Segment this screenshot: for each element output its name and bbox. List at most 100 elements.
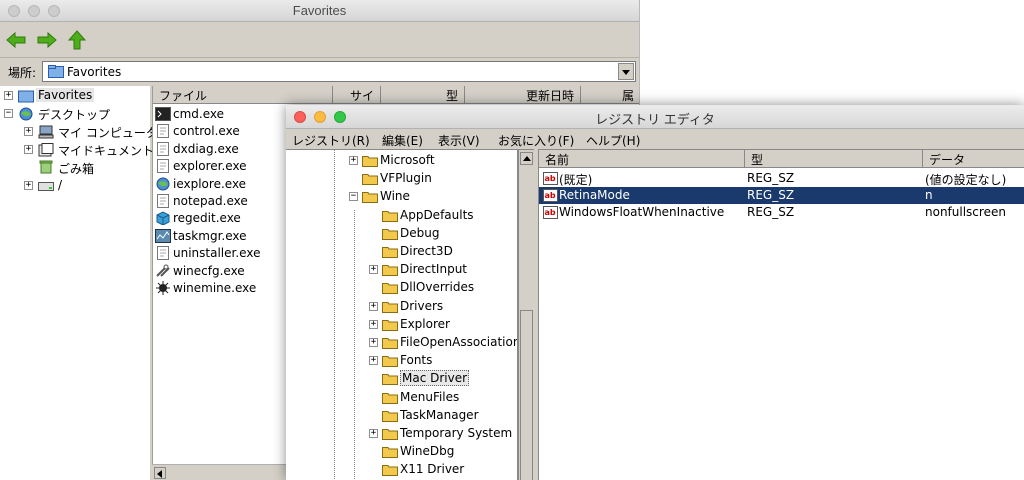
folder-icon <box>382 283 398 295</box>
recycle-bin-icon <box>39 160 53 174</box>
explorer-title: Favorites <box>292 3 347 18</box>
address-combobox[interactable]: Favorites <box>42 61 636 82</box>
address-bar: 場所: Favorites <box>0 58 639 84</box>
registry-key-label: VFPlugin <box>380 171 432 186</box>
menu-favorites[interactable]: お気に入り(F) <box>498 132 574 149</box>
chevron-down-icon[interactable] <box>618 63 634 80</box>
tree-item-label: マイドキュメント <box>58 144 155 158</box>
horizontal-scrollbar[interactable] <box>152 464 287 480</box>
string-value-icon: ab <box>543 189 558 202</box>
console-icon <box>155 107 171 121</box>
tree-item-root-drive[interactable]: + / <box>0 177 150 195</box>
registry-key-item[interactable]: Debug <box>286 225 517 243</box>
tree-item-recycle-bin[interactable]: ごみ箱 <box>0 159 150 177</box>
registry-value-row[interactable]: ab WindowsFloatWhenInactive REG_SZ nonfulls… <box>539 204 1024 221</box>
value-data: n <box>925 188 933 202</box>
registry-value-row[interactable]: ab RetinaMode REG_SZ n <box>539 187 1024 204</box>
svg-text:ab: ab <box>545 191 556 200</box>
back-arrow-icon[interactable] <box>5 30 27 50</box>
regedit-title: レジストリ エディタ <box>595 112 715 127</box>
registry-key-item[interactable]: DllOverrides <box>286 279 517 297</box>
expand-icon[interactable]: + <box>369 356 378 366</box>
registry-key-tree: + Microsoft VFPlugin − Wine AppDefaults Debug D… <box>286 149 518 480</box>
tree-item-desktop[interactable]: − デスクトップ <box>0 105 150 123</box>
file-name: winemine.exe <box>173 281 257 295</box>
registry-key-item[interactable]: X11 Driver <box>286 461 517 479</box>
up-arrow-icon[interactable] <box>66 30 88 50</box>
expand-icon[interactable]: + <box>369 338 378 347</box>
folder-icon <box>382 265 398 277</box>
scroll-left-icon[interactable] <box>154 467 166 479</box>
expand-icon[interactable]: + <box>24 181 33 190</box>
vertical-scrollbar[interactable] <box>518 149 534 480</box>
column-header-modified[interactable]: 更新日時 <box>465 86 581 104</box>
expand-icon[interactable]: + <box>369 319 378 329</box>
registry-key-label: Microsoft <box>380 153 435 167</box>
registry-key-item[interactable]: Mac Driver <box>286 370 517 388</box>
expand-icon[interactable]: + <box>369 429 378 438</box>
registry-key-label: MenuFiles <box>400 389 460 404</box>
registry-key-item[interactable]: + Fonts <box>286 352 517 370</box>
menu-view[interactable]: 表示(V) <box>438 132 480 149</box>
column-header-size[interactable]: サイズ <box>333 86 381 120</box>
menu-edit[interactable]: 編集(E) <box>382 132 423 149</box>
registry-key-item[interactable]: + Drivers <box>286 298 517 316</box>
address-value: Favorites <box>67 65 122 79</box>
value-type: REG_SZ <box>747 171 795 185</box>
registry-key-item[interactable]: + Microsoft <box>286 152 517 170</box>
registry-key-label: TaskManager <box>400 407 479 422</box>
svg-text:ab: ab <box>545 208 556 217</box>
scroll-thumb[interactable] <box>520 310 533 480</box>
menu-registry[interactable]: レジストリ(R) <box>292 132 370 149</box>
menu-help[interactable]: ヘルプ(H) <box>586 132 640 149</box>
expand-icon[interactable]: + <box>369 301 378 311</box>
registry-key-item[interactable]: AppDefaults <box>286 207 517 225</box>
registry-key-item[interactable]: + DirectInput <box>286 261 517 279</box>
expand-icon[interactable]: + <box>4 91 13 100</box>
registry-key-label: DllOverrides <box>400 280 475 295</box>
registry-key-item[interactable]: − Wine <box>286 188 517 206</box>
value-data: (値の設定なし) <box>925 173 1007 187</box>
expand-icon[interactable]: + <box>24 127 33 136</box>
favorites-folder-icon <box>18 90 34 103</box>
folder-icon <box>382 447 398 459</box>
file-name: cmd.exe <box>173 107 225 121</box>
registry-key-item[interactable]: WineDbg <box>286 443 517 461</box>
collapse-icon[interactable]: − <box>4 109 13 118</box>
expand-icon[interactable]: + <box>349 156 358 165</box>
column-header-data[interactable]: データ <box>923 150 1024 168</box>
column-header-type[interactable]: 型 <box>745 150 923 168</box>
explorer-titlebar[interactable]: Favorites <box>0 0 639 22</box>
registry-key-item[interactable]: Direct3D <box>286 243 517 261</box>
forward-arrow-icon[interactable] <box>36 30 58 50</box>
scroll-up-icon[interactable] <box>520 152 533 165</box>
registry-key-item[interactable]: + Temporary System Parameters <box>286 425 517 443</box>
regedit-titlebar[interactable]: レジストリ エディタ <box>286 105 1024 129</box>
registry-key-item[interactable]: + Explorer <box>286 316 517 334</box>
tree-item-my-computer[interactable]: + マイ コンピュータ <box>0 123 158 141</box>
column-header-file[interactable]: ファイル <box>153 86 333 104</box>
registry-key-item[interactable]: VFPlugin <box>286 170 517 188</box>
document-icon <box>157 124 169 139</box>
registry-value-row[interactable]: ab (既定) REG_SZ (値の設定なし) <box>539 170 1024 187</box>
tree-item-my-documents[interactable]: + マイドキュメント <box>0 141 154 159</box>
registry-key-item[interactable]: MenuFiles <box>286 389 517 407</box>
folder-icon <box>382 356 398 368</box>
registry-key-item[interactable]: TaskManager <box>286 407 517 425</box>
expand-icon[interactable]: + <box>369 265 378 275</box>
folder-icon <box>382 338 398 349</box>
file-name: dxdiag.exe <box>173 141 239 156</box>
collapse-icon[interactable]: − <box>349 192 358 202</box>
value-type: REG_SZ <box>747 205 795 219</box>
folder-icon <box>382 210 398 222</box>
column-header-type[interactable]: 型 <box>381 86 465 104</box>
registry-key-label: Explorer <box>400 316 450 331</box>
file-name: control.exe <box>173 124 240 139</box>
expand-icon[interactable]: + <box>24 145 33 154</box>
registry-key-item[interactable]: + FileOpenAssociations <box>286 334 517 352</box>
column-header-name[interactable]: 名前 <box>539 150 745 168</box>
folder-icon <box>382 301 398 313</box>
tree-item-favorites[interactable]: + Favorites <box>0 87 150 105</box>
column-header-attributes[interactable]: 属 <box>581 86 639 104</box>
tree-guide-line <box>354 210 355 480</box>
